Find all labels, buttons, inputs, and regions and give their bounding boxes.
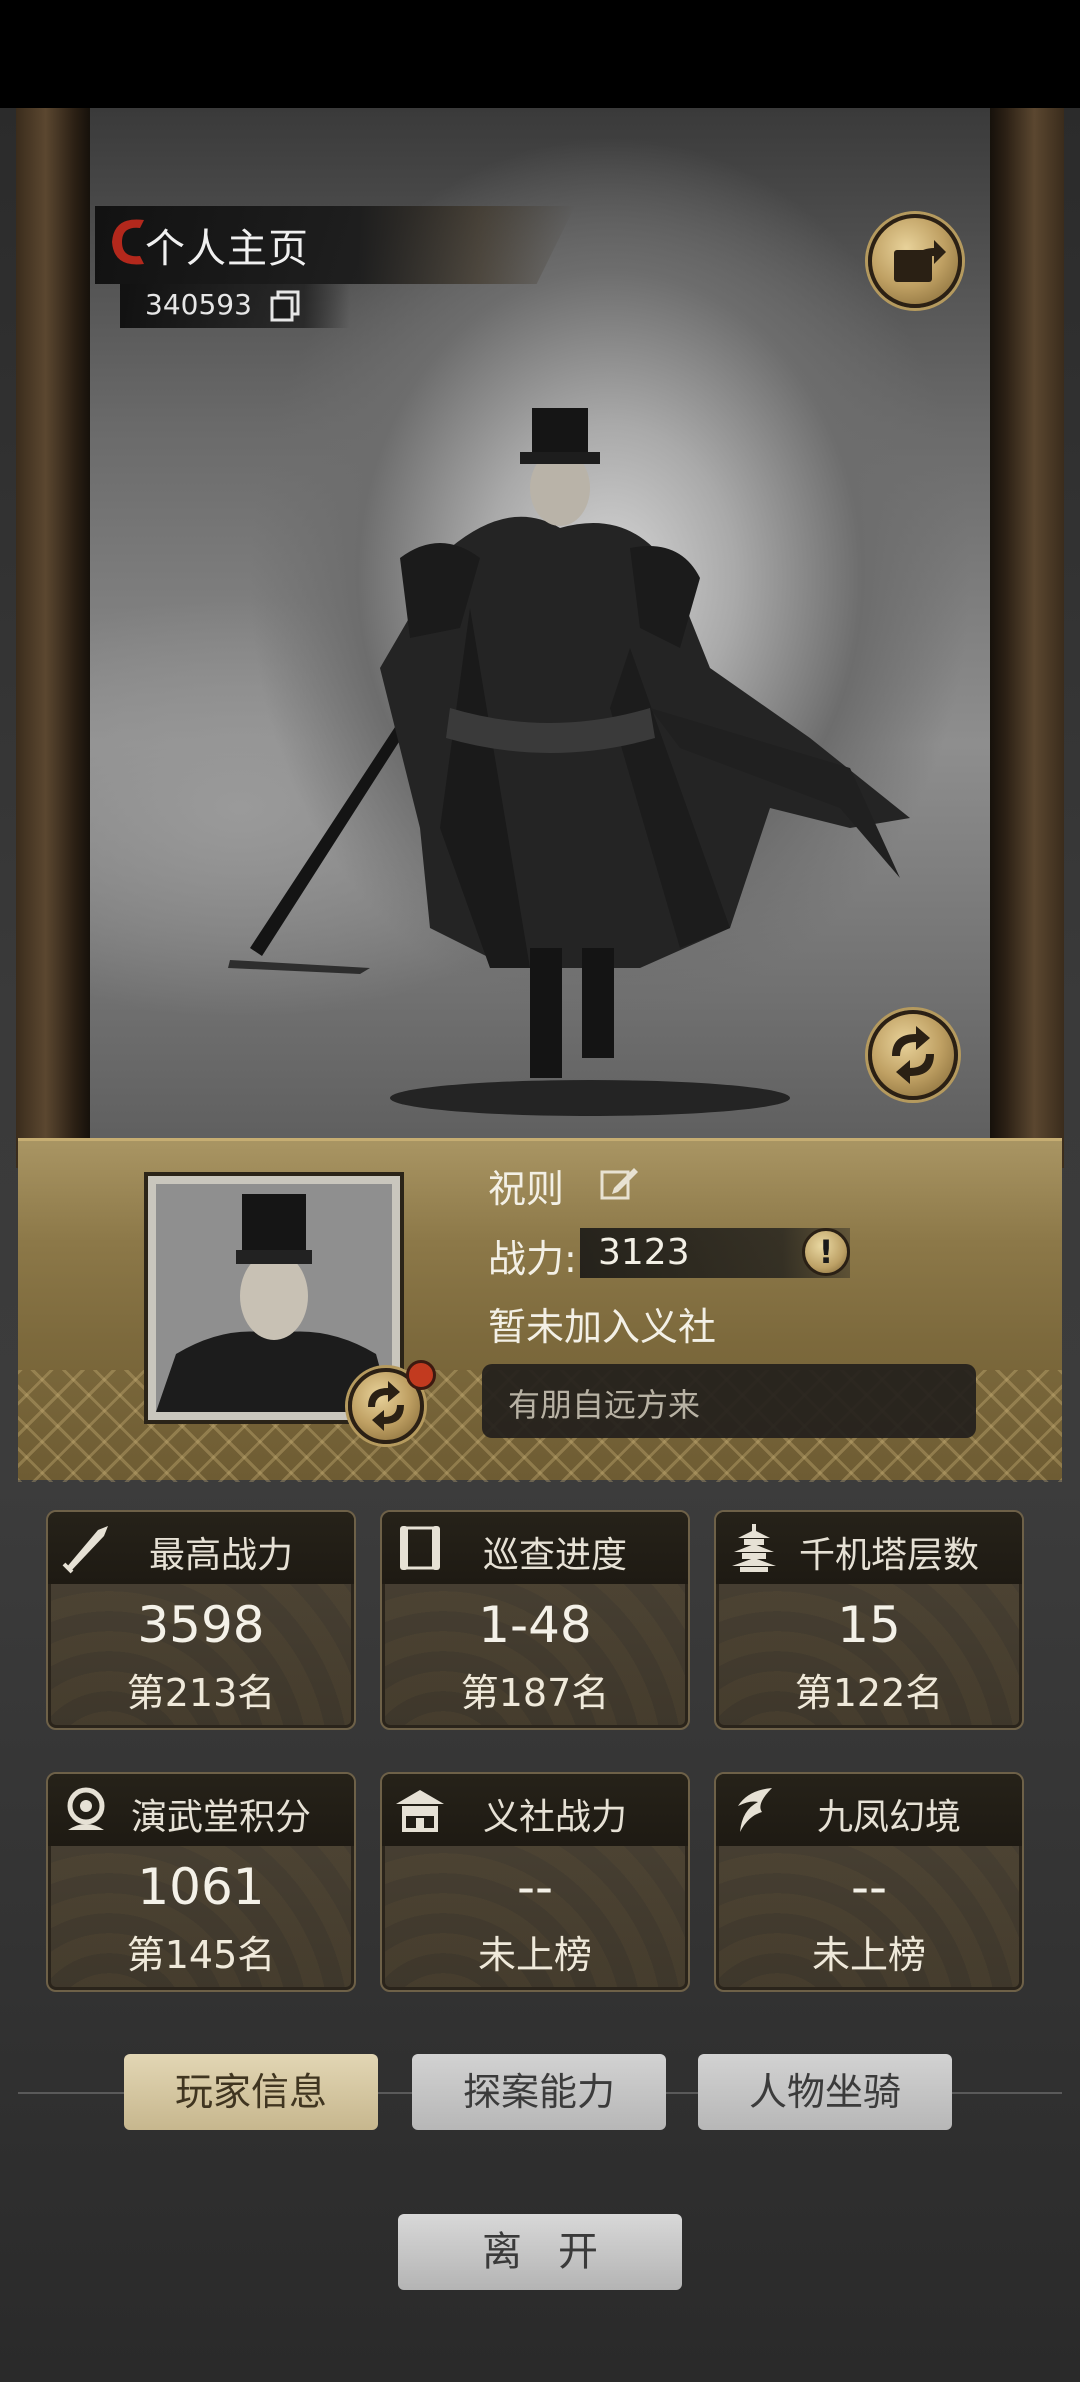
stat-rank: 第187名 bbox=[460, 1671, 610, 1715]
stat-rank: 第145名 bbox=[126, 1933, 276, 1977]
power-value: 3123 bbox=[598, 1232, 690, 1273]
switch-character-button[interactable] bbox=[868, 1010, 958, 1100]
player-name: 祝则 bbox=[488, 1167, 565, 1211]
stat-rank: 未上榜 bbox=[811, 1933, 926, 1977]
tab-detective-ability[interactable]: 探案能力 bbox=[412, 2054, 666, 2130]
stat-value: 1061 bbox=[137, 1858, 265, 1916]
stat-value: 3598 bbox=[137, 1596, 265, 1654]
share-icon bbox=[894, 240, 946, 282]
stat-label: 巡查进度 bbox=[482, 1535, 627, 1576]
stat-card-arena-score[interactable]: 演武堂积分 1061 第145名 bbox=[46, 1772, 356, 1992]
tab-mounts[interactable]: 人物坐骑 bbox=[698, 2054, 952, 2130]
stat-card-guild-power[interactable]: 义社战力 -- 未上榜 bbox=[380, 1772, 690, 1992]
stat-rank: 未上榜 bbox=[477, 1933, 592, 1977]
right-pillar bbox=[990, 108, 1064, 1168]
page-title: 个人主页 bbox=[145, 226, 309, 272]
stat-card-tower-floor[interactable]: 千机塔层数 15 第122名 bbox=[714, 1510, 1024, 1730]
stat-value: -- bbox=[516, 1858, 554, 1916]
stat-value: 1-48 bbox=[478, 1596, 592, 1654]
refresh-icon bbox=[892, 1026, 934, 1084]
share-button[interactable] bbox=[868, 214, 962, 308]
notification-dot bbox=[406, 1360, 436, 1390]
stat-label: 千机塔层数 bbox=[798, 1535, 979, 1576]
stat-label: 最高战力 bbox=[148, 1535, 293, 1576]
stat-value: 15 bbox=[837, 1596, 901, 1654]
motto-text: 有朋自远方来 bbox=[508, 1386, 701, 1424]
power-label: 战力: bbox=[488, 1237, 577, 1281]
stat-rank: 第213名 bbox=[126, 1671, 276, 1715]
guild-status: 暂未加入义社 bbox=[488, 1305, 717, 1349]
stat-label: 演武堂积分 bbox=[130, 1797, 311, 1838]
character-illustration bbox=[228, 408, 910, 1116]
stat-card-phoenix-realm[interactable]: 九凤幻境 -- 未上榜 bbox=[714, 1772, 1024, 1992]
stat-card-max-power[interactable]: 最高战力 3598 第213名 bbox=[46, 1510, 356, 1730]
info-icon[interactable]: ! bbox=[802, 1228, 850, 1276]
stat-label: 九凤幻境 bbox=[816, 1797, 961, 1838]
tab-player-info[interactable]: 玩家信息 bbox=[124, 2054, 378, 2130]
left-pillar bbox=[16, 108, 90, 1168]
player-id: 340593 bbox=[145, 288, 252, 321]
copy-icon[interactable] bbox=[268, 289, 302, 323]
stat-rank: 第122名 bbox=[794, 1671, 944, 1715]
edit-icon[interactable] bbox=[598, 1162, 640, 1204]
stat-label: 义社战力 bbox=[482, 1797, 627, 1838]
leave-button[interactable]: 离开 bbox=[398, 2214, 682, 2290]
stat-value: -- bbox=[850, 1858, 888, 1916]
stat-card-patrol-progress[interactable]: 巡查进度 1-48 第187名 bbox=[380, 1510, 690, 1730]
